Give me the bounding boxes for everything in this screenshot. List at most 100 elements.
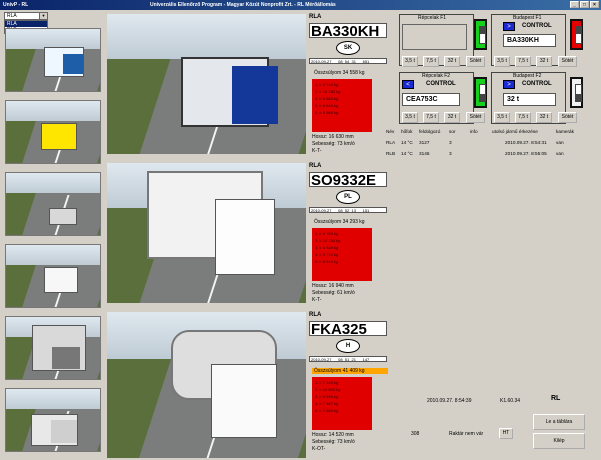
table-header: Név hőfok feldolgozó sor info utolsó jár…	[386, 128, 600, 136]
f2-right-7-5-button[interactable]: 7,5 t	[515, 112, 531, 123]
country-code: SK	[336, 41, 360, 55]
axle-weight: 4. t: 7 387 kg	[315, 401, 339, 406]
arrow-left-icon[interactable]: <	[402, 80, 414, 89]
row-name: RLA	[386, 140, 396, 145]
camera-image-3[interactable]	[107, 312, 306, 458]
axle-weight: 4. t: 5 710 kg	[315, 252, 339, 257]
country-code: PL	[336, 190, 360, 204]
axle-weight: 5. t: 6 069 kg	[315, 110, 339, 115]
exit-button[interactable]: Kilép	[533, 433, 585, 449]
f1-right-3-5-button[interactable]: 3,5 t	[494, 56, 510, 67]
f2-right-dark-button[interactable]: Sötét	[558, 112, 577, 123]
header-info: info	[470, 129, 478, 134]
f1-right-dark-button[interactable]: Sötét	[558, 56, 577, 67]
vehicle-code: K-OT-	[312, 446, 326, 452]
plate-number: FKA325	[309, 321, 387, 337]
row-temperature: 14 °C	[401, 140, 413, 145]
table-row: RLB 14 °C 3146 3 2010.09.27. 8:55:05 van	[386, 150, 600, 158]
repcelak-f1-green-light	[474, 19, 487, 50]
arrow-right-icon[interactable]: >	[503, 22, 515, 31]
lane-camera-5[interactable]	[5, 316, 101, 380]
send-to-board-button[interactable]: Le a táblára	[533, 414, 585, 430]
lane-label: RLA	[309, 163, 322, 169]
row-name: RLB	[386, 151, 396, 156]
lane-camera-3[interactable]	[5, 172, 101, 236]
f1-right-7-5-button[interactable]: 7,5 t	[515, 56, 531, 67]
row-cameras: van	[556, 151, 564, 156]
budapest-f1-red-light	[570, 19, 583, 50]
header-processor: feldolgozó	[419, 129, 441, 134]
repcelak-f1-label: Répcelak F1	[418, 15, 447, 21]
vehicle-speed: Sebesség: 73 km/ó	[312, 439, 355, 445]
row-temperature: 14 °C	[401, 151, 413, 156]
lane-camera-1[interactable]	[5, 28, 101, 92]
f1-left-dark-button[interactable]: Sötét	[466, 56, 485, 67]
control-label: CONTROL	[426, 81, 456, 87]
row-cameras: van	[556, 140, 564, 145]
vehicle-speed: Sebesség: 73 km/ó	[312, 141, 355, 147]
repcelak-f2-plate: CEA753C	[402, 93, 460, 106]
f1-right-32-button[interactable]: 32 t	[536, 56, 552, 67]
f2-left-7-5-button[interactable]: 7,5 t	[423, 112, 439, 123]
vehicle-speed: Sebesség: 61 km/ó	[312, 290, 355, 296]
table-row: RLA 14 °C 3127 3 2010.09.27. 8:54:31 van	[386, 139, 600, 147]
row-last-arrival: 2010.09.27. 8:55:05	[505, 151, 547, 156]
vehicle-meta: Hossz: 16 630 mm Sebesség: 73 km/ó K-T-	[312, 134, 355, 155]
budapest-f2-label: Budapest F2	[513, 73, 542, 79]
f2-left-dark-button[interactable]: Sötét	[466, 112, 485, 123]
ht-button[interactable]: HT	[499, 428, 513, 439]
vehicle-meta: Hossz: 16 940 mm Sebesség: 61 km/ó K-T-	[312, 283, 355, 304]
storage-status: Raktár nem vár	[449, 431, 484, 437]
axle-weight: 3. t: 6 993 kg	[315, 394, 339, 399]
maximize-button[interactable]: □	[580, 1, 589, 8]
row-queue: 3	[449, 151, 452, 156]
axle-weight: 5. t: 7 584 kg	[315, 408, 339, 413]
lane-camera-6[interactable]	[5, 388, 101, 452]
axle-weight: 2. t: 10 153 kg	[315, 238, 341, 243]
window-titlebar: UnivP - RL Univerzális Ellenőrző Program…	[0, 0, 601, 10]
f2-right-32-button[interactable]: 32 t	[536, 112, 552, 123]
lane-camera-4[interactable]	[5, 244, 101, 308]
control-label: CONTROL	[522, 23, 552, 29]
f1-left-3-5-button[interactable]: 3,5 t	[402, 56, 418, 67]
f2-left-3-5-button[interactable]: 3,5 t	[402, 112, 418, 123]
row-processor: 3146	[419, 151, 430, 156]
camera-image-1[interactable]	[107, 14, 306, 154]
chevron-down-icon[interactable]: ▼	[39, 13, 47, 19]
vehicle-panel-2: RLA SO9332E PL 2010-09-27___08_52_13___1…	[309, 163, 389, 306]
row-last-arrival: 2010.09.27. 8:54:31	[505, 140, 547, 145]
camera-image-2[interactable]	[107, 163, 306, 303]
control-label: CONTROL	[522, 81, 552, 87]
vehicle-code: K-T-	[312, 297, 322, 303]
f1-left-7-5-button[interactable]: 7,5 t	[423, 56, 439, 67]
station-select[interactable]: RLA ▼	[4, 12, 48, 20]
lane-camera-2[interactable]	[5, 100, 101, 164]
total-weight: Összsúlyom 34 293 kg	[314, 219, 365, 225]
station-code: RL	[551, 395, 561, 402]
axle-weight: 3. t: 6 883 kg	[315, 96, 339, 101]
budapest-f2-weight: 32 t	[503, 93, 556, 106]
minimize-button[interactable]: _	[570, 1, 579, 8]
repcelak-f2-label: Répcelak F2	[422, 73, 451, 79]
axle-weight: 1. t: 7 349 kg	[315, 380, 339, 385]
lane-label: RLA	[309, 14, 322, 20]
header-name: Név	[386, 129, 395, 134]
budapest-f2-white-light	[570, 77, 583, 108]
f1-left-32-button[interactable]: 32 t	[444, 56, 460, 67]
f2-left-32-button[interactable]: 32 t	[444, 112, 460, 123]
f2-right-3-5-button[interactable]: 3,5 t	[494, 112, 510, 123]
app-title: UnivP - RL	[3, 2, 29, 8]
plate-number: SO9332E	[309, 172, 387, 188]
version-label: K1.60.34	[500, 398, 521, 404]
header-last-arrival: utolsó jármű érkezése	[492, 129, 538, 134]
axle-weight: 1. t: 4 745 kg	[315, 82, 339, 87]
row-queue: 3	[449, 140, 452, 145]
axle-weights: 1. t: 4 745 kg 2. t: 10 283 kg 3. t: 6 8…	[312, 79, 372, 132]
arrow-right-icon[interactable]: >	[503, 80, 515, 89]
repcelak-f1-display	[402, 24, 467, 50]
axle-weight: 1. t: 6 753 kg	[315, 231, 339, 236]
lane-label: RLA	[309, 312, 322, 318]
close-button[interactable]: ×	[590, 1, 599, 8]
vehicle-length: Hossz: 14 520 mm	[312, 432, 354, 438]
vehicle-length: Hossz: 16 630 mm	[312, 134, 354, 140]
